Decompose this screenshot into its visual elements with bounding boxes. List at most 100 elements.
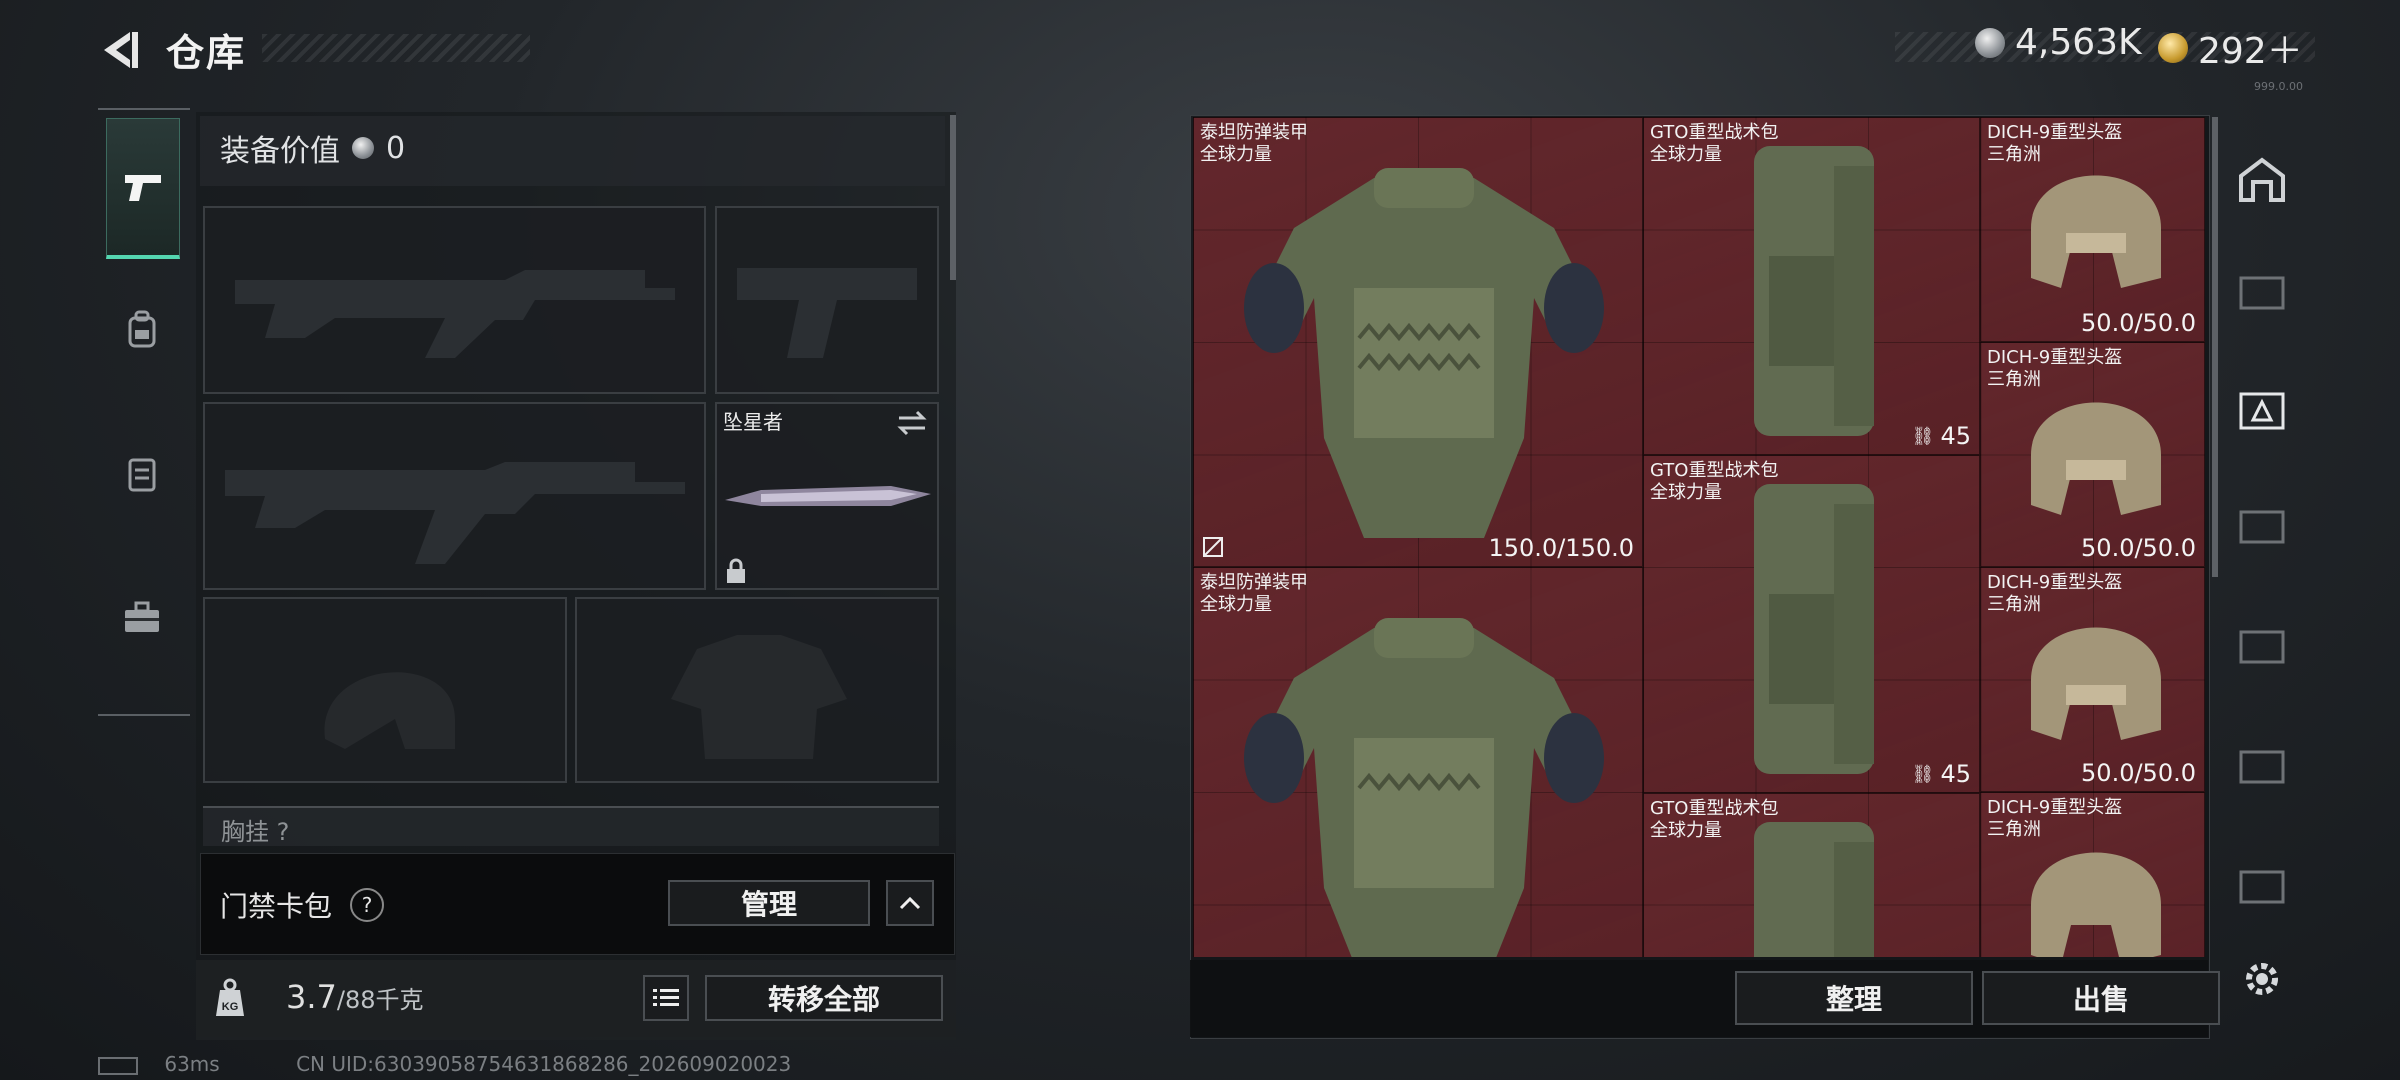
tab-storage-gti-1[interactable] [2232, 261, 2292, 321]
weight-icon: KG [208, 976, 252, 1020]
transfer-all-button[interactable]: 转移全部 [705, 975, 943, 1021]
page-title: 仓库 [166, 31, 247, 75]
gold-coin-icon [2158, 33, 2188, 63]
list-icon [653, 989, 679, 1006]
tab-backpack[interactable] [106, 262, 178, 398]
battery-icon [98, 1056, 138, 1075]
help-icon[interactable]: ? [350, 888, 385, 922]
chevron-up-icon [899, 896, 921, 910]
pistol-slot[interactable] [715, 206, 939, 394]
storage-item[interactable]: DICH-9重型头盔 三角洲 50.0/50.0 [1980, 342, 2205, 567]
storage-item[interactable]: GTO重型战术包 全球力量 ⛓ 45 [1643, 117, 1980, 455]
tab-weapons[interactable] [106, 118, 180, 259]
chest-rig-label: 胸挂 [221, 818, 269, 846]
backpack-icon [128, 310, 156, 348]
chest-rig-hint: ? [276, 818, 290, 846]
storage-item[interactable]: GTO重型战术包 全球力量 [1643, 793, 1980, 957]
back-arrow-icon [104, 32, 138, 68]
sell-button[interactable]: 出售 [1982, 971, 2220, 1025]
storage-item[interactable]: 泰坦防弹装甲 全球力量 [1193, 567, 1643, 957]
storage-item[interactable]: DICH-9重型头盔 三角洲 [1980, 792, 2205, 957]
loadout-scrollbar[interactable] [950, 115, 956, 280]
item-name: GTO重型战术包 全球力量 [1650, 798, 1779, 841]
item-name: GTO重型战术包 全球力量 [1650, 460, 1779, 503]
list-view-button[interactable] [643, 975, 689, 1021]
weight-max: /88千克 [336, 986, 424, 1014]
storage-item[interactable]: GTO重型战术包 全球力量 ⛓ 45 [1643, 455, 1980, 793]
tab-case[interactable] [106, 550, 178, 686]
item-durability: 150.0/150.0 [1488, 534, 1635, 562]
storage-item[interactable]: DICH-9重型头盔 三角洲 50.0/50.0 [1980, 567, 2205, 792]
item-name: GTO重型战术包 全球力量 [1650, 122, 1779, 165]
chest-rig-slot[interactable]: 胸挂 ? [203, 806, 939, 846]
manage-button[interactable]: 管理 [668, 880, 870, 926]
melee-slot[interactable]: 坠星者 [715, 402, 939, 590]
storage-scrollbar[interactable] [2212, 117, 2218, 577]
tab-storage-gti-3[interactable] [2232, 855, 2292, 915]
gold-currency[interactable]: 292＋ [2158, 22, 2303, 74]
title-decoration [262, 34, 530, 62]
helmet-slot[interactable] [203, 597, 567, 783]
storage-tabs [2222, 115, 2302, 1037]
armor-vest-icon [1244, 168, 1604, 538]
lock-icon [727, 558, 745, 583]
melee-name: 坠星者 [723, 410, 783, 434]
tab-storage-v-2[interactable] [2232, 615, 2292, 675]
v-box-icon [2239, 510, 2285, 544]
briefcase-icon [125, 601, 159, 632]
backpack-icon [1754, 146, 1874, 436]
version-tag: 999.0.00 [2254, 80, 2303, 93]
item-name: 泰坦防弹装甲 全球力量 [1200, 122, 1308, 165]
storage-grid: 泰坦防弹装甲 全球力量 150.0/150.0 GTO重型战术包 全球力量 ⛓ 45 … [1193, 117, 2205, 957]
storage-item[interactable]: 泰坦防弹装甲 全球力量 150.0/150.0 [1193, 117, 1643, 567]
tab-storage-v-1[interactable] [2232, 495, 2292, 555]
settings-button[interactable] [2232, 949, 2292, 1009]
tab-storage-gti-2[interactable] [2232, 381, 2292, 441]
item-durability: 50.0/50.0 [2081, 309, 2196, 337]
silver-amount: 4,563K [2015, 22, 2142, 63]
item-name: DICH-9重型头盔 三角洲 [1987, 122, 2123, 165]
equipment-value: 装备价值 0 [220, 126, 405, 170]
sort-button[interactable]: 整理 [1735, 971, 1973, 1025]
knife-icon [725, 486, 931, 506]
weight-readout: 3.7/88千克 [286, 978, 424, 1016]
item-name: DICH-9重型头盔 三角洲 [1987, 572, 2123, 615]
gold-amount: 292＋ [2198, 31, 2303, 72]
v-box-icon [2239, 750, 2285, 784]
item-name: 泰坦防弹装甲 全球力量 [1200, 572, 1308, 615]
gti-active-icon [2239, 392, 2285, 430]
swap-icon[interactable] [895, 410, 929, 436]
secondary-weapon-slot[interactable] [203, 402, 706, 590]
ping-readout: 63ms [164, 1052, 220, 1076]
weight-current: 3.7 [286, 978, 337, 1016]
helmet-silhouette-icon [324, 672, 455, 749]
tab-vest[interactable] [106, 406, 178, 542]
capacity-icon: ⛓ [1911, 425, 1935, 447]
expand-button[interactable] [886, 880, 934, 926]
keycard-label-group: 门禁卡包 ? [220, 885, 385, 925]
back-button[interactable] [96, 26, 144, 74]
pistol-silhouette-icon [737, 268, 917, 358]
status-line: 63ms CN UID:6303905875463186828​6_202609… [98, 1052, 791, 1076]
tab-storage-v-3[interactable] [2232, 735, 2292, 795]
item-durability: 50.0/50.0 [2081, 759, 2196, 787]
keycard-label: 门禁卡包 [220, 890, 333, 923]
item-capacity: ⛓ 45 [1911, 760, 1971, 788]
rifle-silhouette-icon [235, 270, 675, 358]
item-durability: 50.0/50.0 [2081, 534, 2196, 562]
storage-item[interactable]: DICH-9重型头盔 三角洲 50.0/50.0 [1980, 117, 2205, 342]
vest-icon [128, 458, 156, 492]
capacity-icon: ⛓ [1911, 763, 1935, 785]
backpack-icon [1754, 484, 1874, 774]
gear-icon [2246, 963, 2278, 995]
tab-all-storage[interactable] [2232, 149, 2292, 209]
equipment-value-label: 装备价值 [220, 134, 340, 169]
rifle-silhouette-icon [225, 462, 685, 564]
warehouse-icon [2239, 157, 2285, 202]
v-box-icon [2239, 630, 2285, 664]
pistol-icon [125, 175, 161, 201]
primary-weapon-slot[interactable] [203, 206, 706, 394]
armor-slot[interactable] [575, 597, 939, 783]
gti-box-icon [2239, 276, 2285, 310]
uid-readout: CN UID:6303905875463186828​6_20260902002… [296, 1052, 792, 1076]
